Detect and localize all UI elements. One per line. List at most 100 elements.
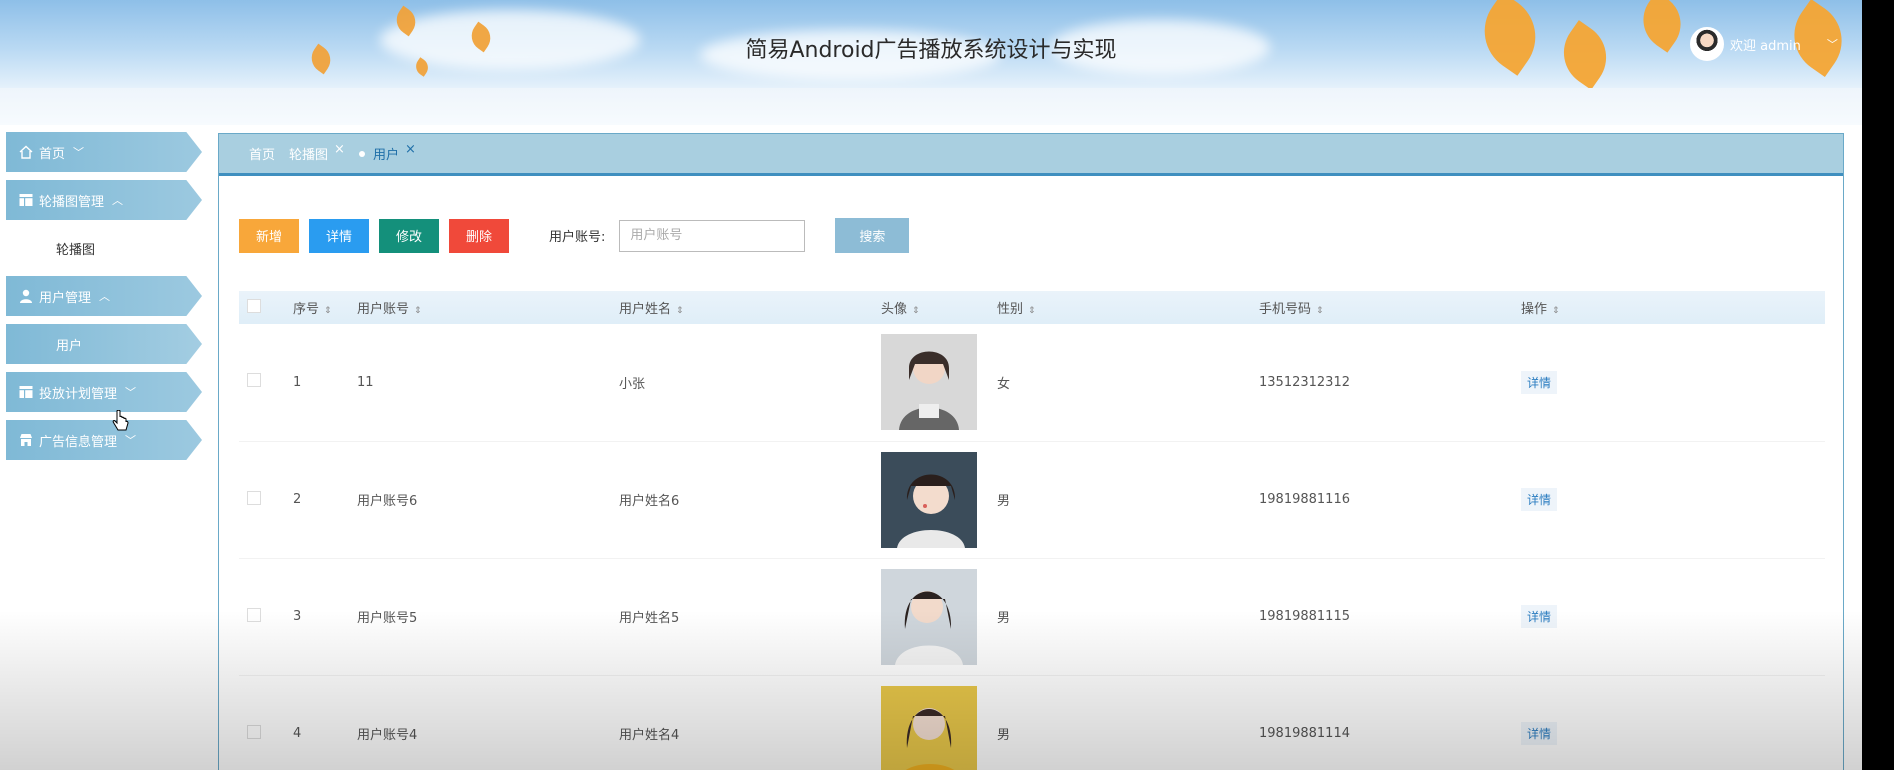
sort-icon: ⇕ xyxy=(1028,306,1036,316)
close-icon[interactable]: × xyxy=(405,142,416,157)
column-header[interactable]: 用户姓名 ⇕ xyxy=(611,291,873,324)
sidebar-item-plan-management[interactable]: 投放计划管理 ﹀ xyxy=(6,372,202,412)
avatar[interactable] xyxy=(1690,27,1724,61)
row-detail-button[interactable]: 详情 xyxy=(1521,488,1558,511)
table-icon xyxy=(18,192,34,208)
cell-gender: 男 xyxy=(989,675,1251,770)
sort-icon: ⇕ xyxy=(1552,306,1560,316)
close-icon[interactable]: × xyxy=(334,142,345,157)
avatar-photo xyxy=(881,685,977,770)
cell-name: 用户姓名4 xyxy=(611,675,873,770)
sidebar-item-label: 用户管理 xyxy=(39,290,92,306)
cell-phone: 19819881115 xyxy=(1251,558,1513,676)
table-row[interactable]: 3 用户账号5 用户姓名5 男 19819881115 详情 xyxy=(239,558,1825,676)
search-button[interactable]: 搜索 xyxy=(835,218,910,253)
sidebar-item-ad-management[interactable]: 广告信息管理 ﹀ xyxy=(6,420,202,460)
tab-label: 用户 xyxy=(372,148,399,163)
frame-border xyxy=(1862,0,1894,770)
row-checkbox[interactable] xyxy=(247,607,261,622)
sidebar-subitem-carousel[interactable]: 轮播图 xyxy=(6,228,202,268)
table-row[interactable]: 4 用户账号4 用户姓名4 男 19819881114 详情 xyxy=(239,675,1825,770)
select-all-checkbox[interactable] xyxy=(247,298,261,313)
search-input[interactable] xyxy=(619,219,806,252)
sort-icon: ⇕ xyxy=(324,306,332,316)
search-label: 用户账号: xyxy=(549,230,606,245)
store-icon xyxy=(18,432,34,448)
tab-carousel[interactable]: 轮播图 × xyxy=(289,142,345,163)
sidebar-item-home[interactable]: 首页 ﹀ xyxy=(6,132,202,172)
cell-account: 用户账号6 xyxy=(349,441,611,559)
column-header[interactable]: 操作 ⇕ xyxy=(1513,291,1825,324)
cell-phone: 19819881116 xyxy=(1251,441,1513,559)
cell-account: 用户账号5 xyxy=(349,558,611,676)
sidebar-item-label: 轮播图管理 xyxy=(39,194,105,210)
column-header[interactable]: 手机号码 ⇕ xyxy=(1251,291,1513,324)
row-detail-button[interactable]: 详情 xyxy=(1521,370,1558,394)
sidebar-item-carousel-management[interactable]: 轮播图管理 ︿ xyxy=(6,180,202,220)
sidebar-item-label: 投放计划管理 xyxy=(39,386,118,402)
cell-gender: 男 xyxy=(989,441,1251,559)
edit-button[interactable]: 修改 xyxy=(379,218,439,253)
tab-label: 首页 xyxy=(249,148,276,163)
row-checkbox[interactable] xyxy=(247,373,261,388)
row-checkbox[interactable] xyxy=(247,724,261,739)
cell-gender: 男 xyxy=(989,558,1251,676)
cell-avatar xyxy=(873,324,989,442)
sort-icon: ⇕ xyxy=(676,306,684,316)
welcome-text: 欢迎 admin xyxy=(1730,38,1801,54)
add-button[interactable]: 新增 xyxy=(239,218,299,253)
sidebar-item-user-management[interactable]: 用户管理 ︿ xyxy=(6,276,202,316)
table-row[interactable]: 2 用户账号6 用户姓名6 男 19819881116 详情 xyxy=(239,441,1825,559)
sidebar: 首页 ﹀ 轮播图管理 ︿ 轮播图 用户管理 ︿ 用户 投放计划管理 ﹀ 广告信息… xyxy=(6,132,202,468)
avatar-photo xyxy=(881,334,977,431)
delete-button[interactable]: 删除 xyxy=(449,218,509,253)
tab-user[interactable]: 用户 × xyxy=(358,142,416,163)
cell-account: 用户账号4 xyxy=(349,675,611,770)
cell-no: 1 xyxy=(285,324,349,442)
column-header[interactable]: 头像 ⇕ xyxy=(873,291,989,324)
user-icon xyxy=(18,288,34,304)
main-panel: 首页 轮播图 × 用户 × 新增 详情 修改 删除 用户账号: 搜索 xyxy=(218,133,1844,770)
chevron-up-icon: ︿ xyxy=(99,290,111,303)
tab-home[interactable]: 首页 xyxy=(249,144,275,163)
app-window: 简易Android广告播放系统设计与实现 欢迎 admin ﹀ 首页 ﹀ 轮播图… xyxy=(0,0,1862,770)
table-header-row: 序号 ⇕ 用户账号 ⇕ 用户姓名 ⇕ 头像 ⇕ 性别 ⇕ 手机号码 ⇕ 操作 ⇕ xyxy=(239,291,1825,324)
sort-icon: ⇕ xyxy=(912,306,920,316)
cell-no: 4 xyxy=(285,675,349,770)
detail-button[interactable]: 详情 xyxy=(309,218,369,253)
active-dot xyxy=(358,150,365,157)
mouse-cursor xyxy=(112,409,130,436)
tab-label: 轮播图 xyxy=(289,148,329,163)
row-checkbox[interactable] xyxy=(247,490,261,505)
cell-no: 2 xyxy=(285,441,349,559)
cell-name: 用户姓名5 xyxy=(611,558,873,676)
app-title: 简易Android广告播放系统设计与实现 xyxy=(745,38,1117,63)
header-subbar xyxy=(0,88,1862,125)
chevron-down-icon: ﹀ xyxy=(125,386,137,399)
table-icon xyxy=(18,384,34,400)
cell-name: 小张 xyxy=(611,324,873,442)
chevron-down-icon: ﹀ xyxy=(1826,38,1838,51)
column-header[interactable]: 用户账号 ⇕ xyxy=(349,291,611,324)
home-icon xyxy=(18,144,34,160)
row-detail-button[interactable]: 详情 xyxy=(1521,722,1558,745)
cell-gender: 女 xyxy=(989,324,1251,442)
cell-avatar xyxy=(873,441,989,559)
sidebar-subitem-user[interactable]: 用户 xyxy=(6,324,202,364)
column-header[interactable]: 性别 ⇕ xyxy=(989,291,1251,324)
tab-bar: 首页 轮播图 × 用户 × xyxy=(219,134,1843,176)
avatar-photo xyxy=(881,568,977,665)
user-table: 序号 ⇕ 用户账号 ⇕ 用户姓名 ⇕ 头像 ⇕ 性别 ⇕ 手机号码 ⇕ 操作 ⇕ 1 11 小… xyxy=(239,291,1825,770)
avatar-photo xyxy=(881,451,977,548)
column-header[interactable]: 序号 ⇕ xyxy=(285,291,349,324)
table-row[interactable]: 1 11 小张 女 13512312312 详情 xyxy=(239,324,1825,442)
row-detail-button[interactable]: 详情 xyxy=(1521,605,1558,628)
sidebar-item-label: 广告信息管理 xyxy=(39,434,118,450)
cell-avatar xyxy=(873,558,989,676)
chevron-down-icon: ﹀ xyxy=(73,146,85,159)
sort-icon: ⇕ xyxy=(1316,306,1324,316)
cell-avatar xyxy=(873,675,989,770)
toolbar: 新增 详情 修改 删除 用户账号: 搜索 xyxy=(239,218,910,253)
sidebar-item-label: 首页 xyxy=(39,146,66,162)
user-menu[interactable]: 欢迎 admin ﹀ xyxy=(1690,26,1838,62)
